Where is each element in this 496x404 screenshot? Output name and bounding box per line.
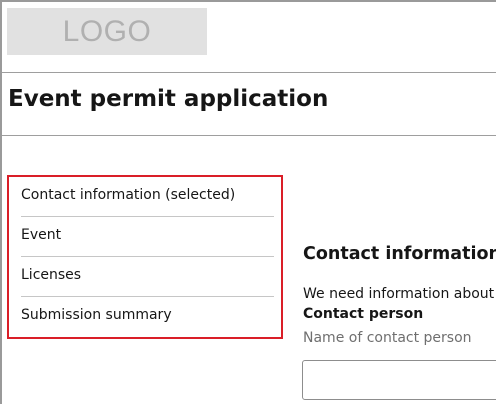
progress-steps-nav: Contact information (selected) Event Lic… [7,175,283,339]
contact-person-input[interactable] [302,360,496,400]
step-contact-information[interactable]: Contact information (selected) [21,177,274,217]
step-submission-summary[interactable]: Submission summary [21,297,274,337]
section-title: Contact information [303,244,496,264]
contact-person-helper-text: Name of contact person [303,330,472,346]
window-border-left [0,0,2,404]
step-event[interactable]: Event [21,217,274,257]
logo-placeholder: LOGO [7,8,207,55]
window-border-top [0,0,496,2]
header-divider [2,72,496,73]
contact-person-label: Contact person [303,306,424,322]
title-divider [2,135,496,136]
page-title: Event permit application [8,86,329,112]
step-licenses[interactable]: Licenses [21,257,274,297]
section-intro-text: We need information about [303,286,495,302]
